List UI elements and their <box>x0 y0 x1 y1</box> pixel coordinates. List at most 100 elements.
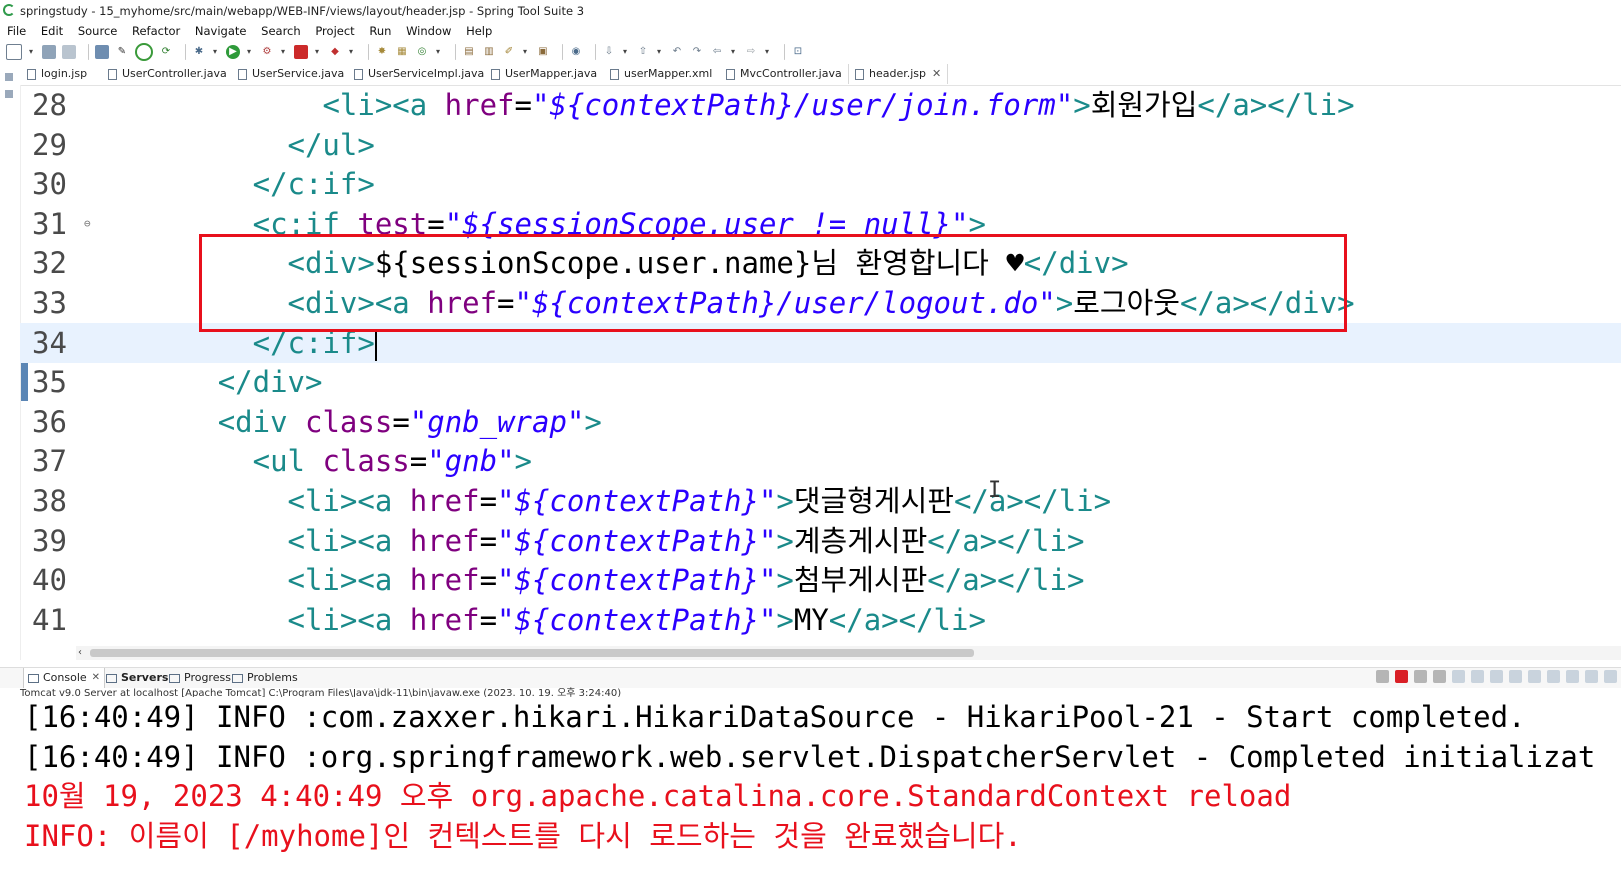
tab-userserviceimpl-java[interactable]: UserServiceImpl.java <box>354 64 484 84</box>
tab-userservice-java[interactable]: UserService.java <box>238 64 344 84</box>
remove-launch-icon[interactable] <box>1414 670 1427 683</box>
pencil-icon[interactable]: ✐ <box>502 45 516 59</box>
code-line-38[interactable]: 38 <li><a href="${contextPath}">댓글형게시판</… <box>20 481 1621 521</box>
scrollbar-thumb[interactable] <box>90 649 974 657</box>
stop-dropdown-icon[interactable]: ▾ <box>314 45 320 59</box>
forward-icon[interactable]: ⇨ <box>744 45 758 59</box>
save-icon[interactable] <box>42 45 56 59</box>
last-edit-forward-icon[interactable]: ↷ <box>690 45 704 59</box>
close-tab-icon[interactable]: ✕ <box>932 64 941 84</box>
menu-source[interactable]: Source <box>78 22 118 40</box>
word-wrap-icon[interactable] <box>1490 670 1503 683</box>
editor-horizontal-scrollbar[interactable]: ‹ <box>76 646 1621 660</box>
debug-icon[interactable]: ✱ <box>192 45 206 59</box>
debug-dropdown-icon[interactable]: ▾ <box>212 45 218 59</box>
server-icon[interactable]: ◆ <box>328 45 342 59</box>
save-all-icon[interactable] <box>62 45 76 59</box>
open-resource-icon[interactable]: ▦ <box>395 45 409 59</box>
close-tab-icon[interactable]: ✕ <box>92 668 100 688</box>
menu-search[interactable]: Search <box>261 22 301 40</box>
toolbar-separator <box>455 44 456 60</box>
prev-annotation-icon[interactable]: ⇧ <box>636 45 650 59</box>
code-line-40[interactable]: 40 <li><a href="${contextPath}">첨부게시판</a… <box>20 560 1621 600</box>
open-type-icon[interactable]: ✸ <box>375 45 389 59</box>
pin-editor-icon[interactable]: ⊡ <box>791 45 805 59</box>
new-dropdown-icon[interactable]: ▾ <box>28 45 34 59</box>
back-icon[interactable]: ⇦ <box>710 45 724 59</box>
next-annotation-icon[interactable]: ⇩ <box>602 45 616 59</box>
spring-boot-icon[interactable] <box>135 43 153 61</box>
next-annotation-dropdown-icon[interactable]: ▾ <box>622 45 628 59</box>
code-line-41[interactable]: 41 <li><a href="${contextPath}">MY</a></… <box>20 600 1621 640</box>
code-token: </a></li> <box>953 484 1112 518</box>
code-line-36[interactable]: 36 <div class="gnb_wrap"> <box>20 402 1621 442</box>
menu-run[interactable]: Run <box>369 22 391 40</box>
show-on-stdout-icon[interactable] <box>1509 670 1522 683</box>
menu-window[interactable]: Window <box>406 22 451 40</box>
tab-usermapper-xml[interactable]: userMapper.xml <box>610 64 712 84</box>
restore-icon[interactable] <box>5 73 13 81</box>
prev-annotation-dropdown-icon[interactable]: ▾ <box>656 45 662 59</box>
external-tools-dropdown-icon[interactable]: ▾ <box>280 45 286 59</box>
search-folder-icon[interactable]: ▣ <box>536 45 550 59</box>
tab-console[interactable]: Console ✕ <box>23 668 106 688</box>
tab-servers[interactable]: Servers <box>106 668 168 688</box>
code-line-37[interactable]: 37 <ul class="gnb"> <box>20 441 1621 481</box>
menu-help[interactable]: Help <box>466 22 492 40</box>
tab-usermapper-java[interactable]: UserMapper.java <box>491 64 597 84</box>
code-line-30[interactable]: 30 </c:if> <box>20 164 1621 204</box>
console-icon[interactable] <box>95 45 109 59</box>
new-icon[interactable] <box>6 44 22 60</box>
menu-navigate[interactable]: Navigate <box>195 22 247 40</box>
globe-icon[interactable]: ◉ <box>569 45 583 59</box>
outline-icon[interactable] <box>5 90 13 98</box>
menu-refactor[interactable]: Refactor <box>132 22 180 40</box>
back-dropdown-icon[interactable]: ▾ <box>730 45 736 59</box>
remove-all-terminated-icon[interactable] <box>1433 670 1446 683</box>
stop-server-icon[interactable] <box>294 45 308 59</box>
terminate-icon[interactable] <box>1395 670 1408 683</box>
menu-edit[interactable]: Edit <box>41 22 63 40</box>
last-edit-icon[interactable]: ↶ <box>670 45 684 59</box>
console-output[interactable]: [16:40:49] INFO :com.zaxxer.hikari.Hikar… <box>0 697 1621 896</box>
refresh-icon[interactable]: ⟳ <box>159 45 173 59</box>
pin-icon[interactable] <box>1547 670 1560 683</box>
menu-project[interactable]: Project <box>315 22 354 40</box>
pin-console-icon[interactable] <box>1376 670 1389 683</box>
tab-problems[interactable]: Problems <box>232 668 298 688</box>
code-token: > <box>1073 88 1091 122</box>
open-folder-icon[interactable]: ▤ <box>462 45 476 59</box>
view-menu-icon[interactable] <box>1604 670 1617 683</box>
external-tools-icon[interactable]: ⚙ <box>260 45 274 59</box>
open-file-icon[interactable]: ▥ <box>482 45 496 59</box>
code-line-28[interactable]: 28 <li><a href="${contextPath}/user/join… <box>20 85 1621 125</box>
open-console-icon[interactable] <box>1585 670 1598 683</box>
forward-dropdown-icon[interactable]: ▾ <box>764 45 770 59</box>
run-icon[interactable]: ▶ <box>226 45 240 59</box>
code-token: > <box>776 602 794 637</box>
run-dropdown-icon[interactable]: ▾ <box>246 45 252 59</box>
console-toolbar <box>1370 670 1617 683</box>
code-editor[interactable]: 28 <li><a href="${contextPath}/user/join… <box>20 85 1621 645</box>
show-on-stderr-icon[interactable] <box>1528 670 1541 683</box>
code-token: <li><a <box>322 88 445 122</box>
menu-file[interactable]: File <box>7 22 26 40</box>
scroll-lock-icon[interactable] <box>1471 670 1484 683</box>
tab-usercontroller-java[interactable]: UserController.java <box>108 64 227 84</box>
code-line-29[interactable]: 29 </ul> <box>20 125 1621 165</box>
display-selected-console-icon[interactable] <box>1566 670 1579 683</box>
spring-dropdown-icon[interactable]: ▾ <box>435 45 441 59</box>
scroll-left-icon[interactable]: ‹ <box>78 646 82 660</box>
code-line-39[interactable]: 39 <li><a href="${contextPath}">계층게시판</a… <box>20 521 1621 561</box>
code-line-35[interactable]: 35 </div> <box>20 362 1621 402</box>
pencil-dropdown-icon[interactable]: ▾ <box>522 45 528 59</box>
tab-login-jsp[interactable]: login.jsp <box>27 64 87 84</box>
tab-progress[interactable]: Progress <box>169 668 231 688</box>
server-dropdown-icon[interactable]: ▾ <box>348 45 354 59</box>
tab-mvccontroller-java[interactable]: MvcController.java <box>726 64 842 84</box>
toggle-mark-icon[interactable]: ✎ <box>115 45 129 59</box>
clear-console-icon[interactable] <box>1452 670 1465 683</box>
new-spring-project-icon[interactable]: ◎ <box>415 45 429 59</box>
tab-header-jsp[interactable]: header.jsp ✕ <box>848 64 949 84</box>
